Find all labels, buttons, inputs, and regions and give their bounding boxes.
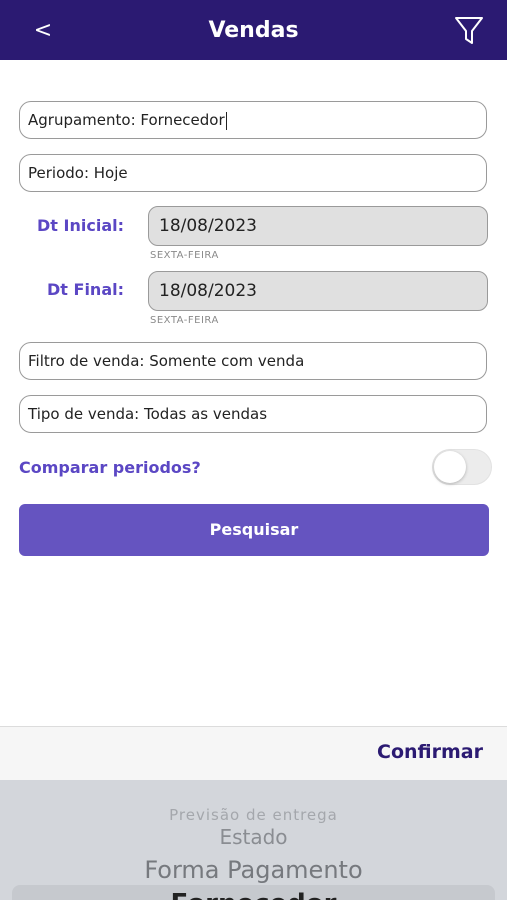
picker-option[interactable]: Previsão de entrega — [0, 806, 507, 824]
dt-final-field[interactable]: 18/08/2023 — [148, 271, 488, 311]
picker-option[interactable]: Estado — [0, 825, 507, 849]
dt-inicial-label: Dt Inicial: — [37, 216, 124, 235]
periodo-value: Periodo: Hoje — [28, 164, 128, 182]
filter-icon[interactable] — [452, 14, 486, 48]
picker-option[interactable]: ​ — [0, 794, 507, 805]
dt-final-weekday: SEXTA-FEIRA — [150, 315, 219, 326]
dt-inicial-field[interactable]: 18/08/2023 — [148, 206, 488, 246]
agrupamento-value: Agrupamento: Fornecedor — [28, 111, 225, 129]
agrupamento-field[interactable]: Agrupamento: Fornecedor — [19, 101, 487, 139]
periodo-field[interactable]: Periodo: Hoje — [19, 154, 487, 192]
tipo-venda-field[interactable]: Tipo de venda: Todas as vendas — [19, 395, 487, 433]
page-title: Vendas — [208, 18, 299, 43]
back-button[interactable]: < — [28, 14, 58, 48]
text-cursor — [225, 111, 227, 130]
confirmar-button[interactable]: Confirmar — [377, 741, 483, 763]
filtro-venda-field[interactable]: Filtro de venda: Somente com venda — [19, 342, 487, 380]
filtro-venda-value: Filtro de venda: Somente com venda — [28, 352, 305, 370]
tipo-venda-value: Tipo de venda: Todas as vendas — [28, 405, 268, 423]
dt-final-label: Dt Final: — [47, 280, 124, 299]
picker-option[interactable]: Forma Pagamento — [0, 856, 507, 884]
picker-toolbar: Confirmar — [0, 726, 507, 780]
comparar-periodos-label: Comparar periodos? — [19, 458, 201, 477]
dt-inicial-weekday: SEXTA-FEIRA — [150, 250, 219, 261]
comparar-periodos-toggle[interactable] — [432, 449, 492, 485]
toggle-knob — [434, 451, 466, 483]
picker-wheel[interactable]: ​ Previsão de entrega Estado Forma Pagam… — [0, 780, 507, 900]
app-header: < Vendas — [0, 0, 507, 60]
picker-option-selected[interactable]: Fornecedor — [0, 889, 507, 900]
pesquisar-button[interactable]: Pesquisar — [19, 504, 489, 556]
